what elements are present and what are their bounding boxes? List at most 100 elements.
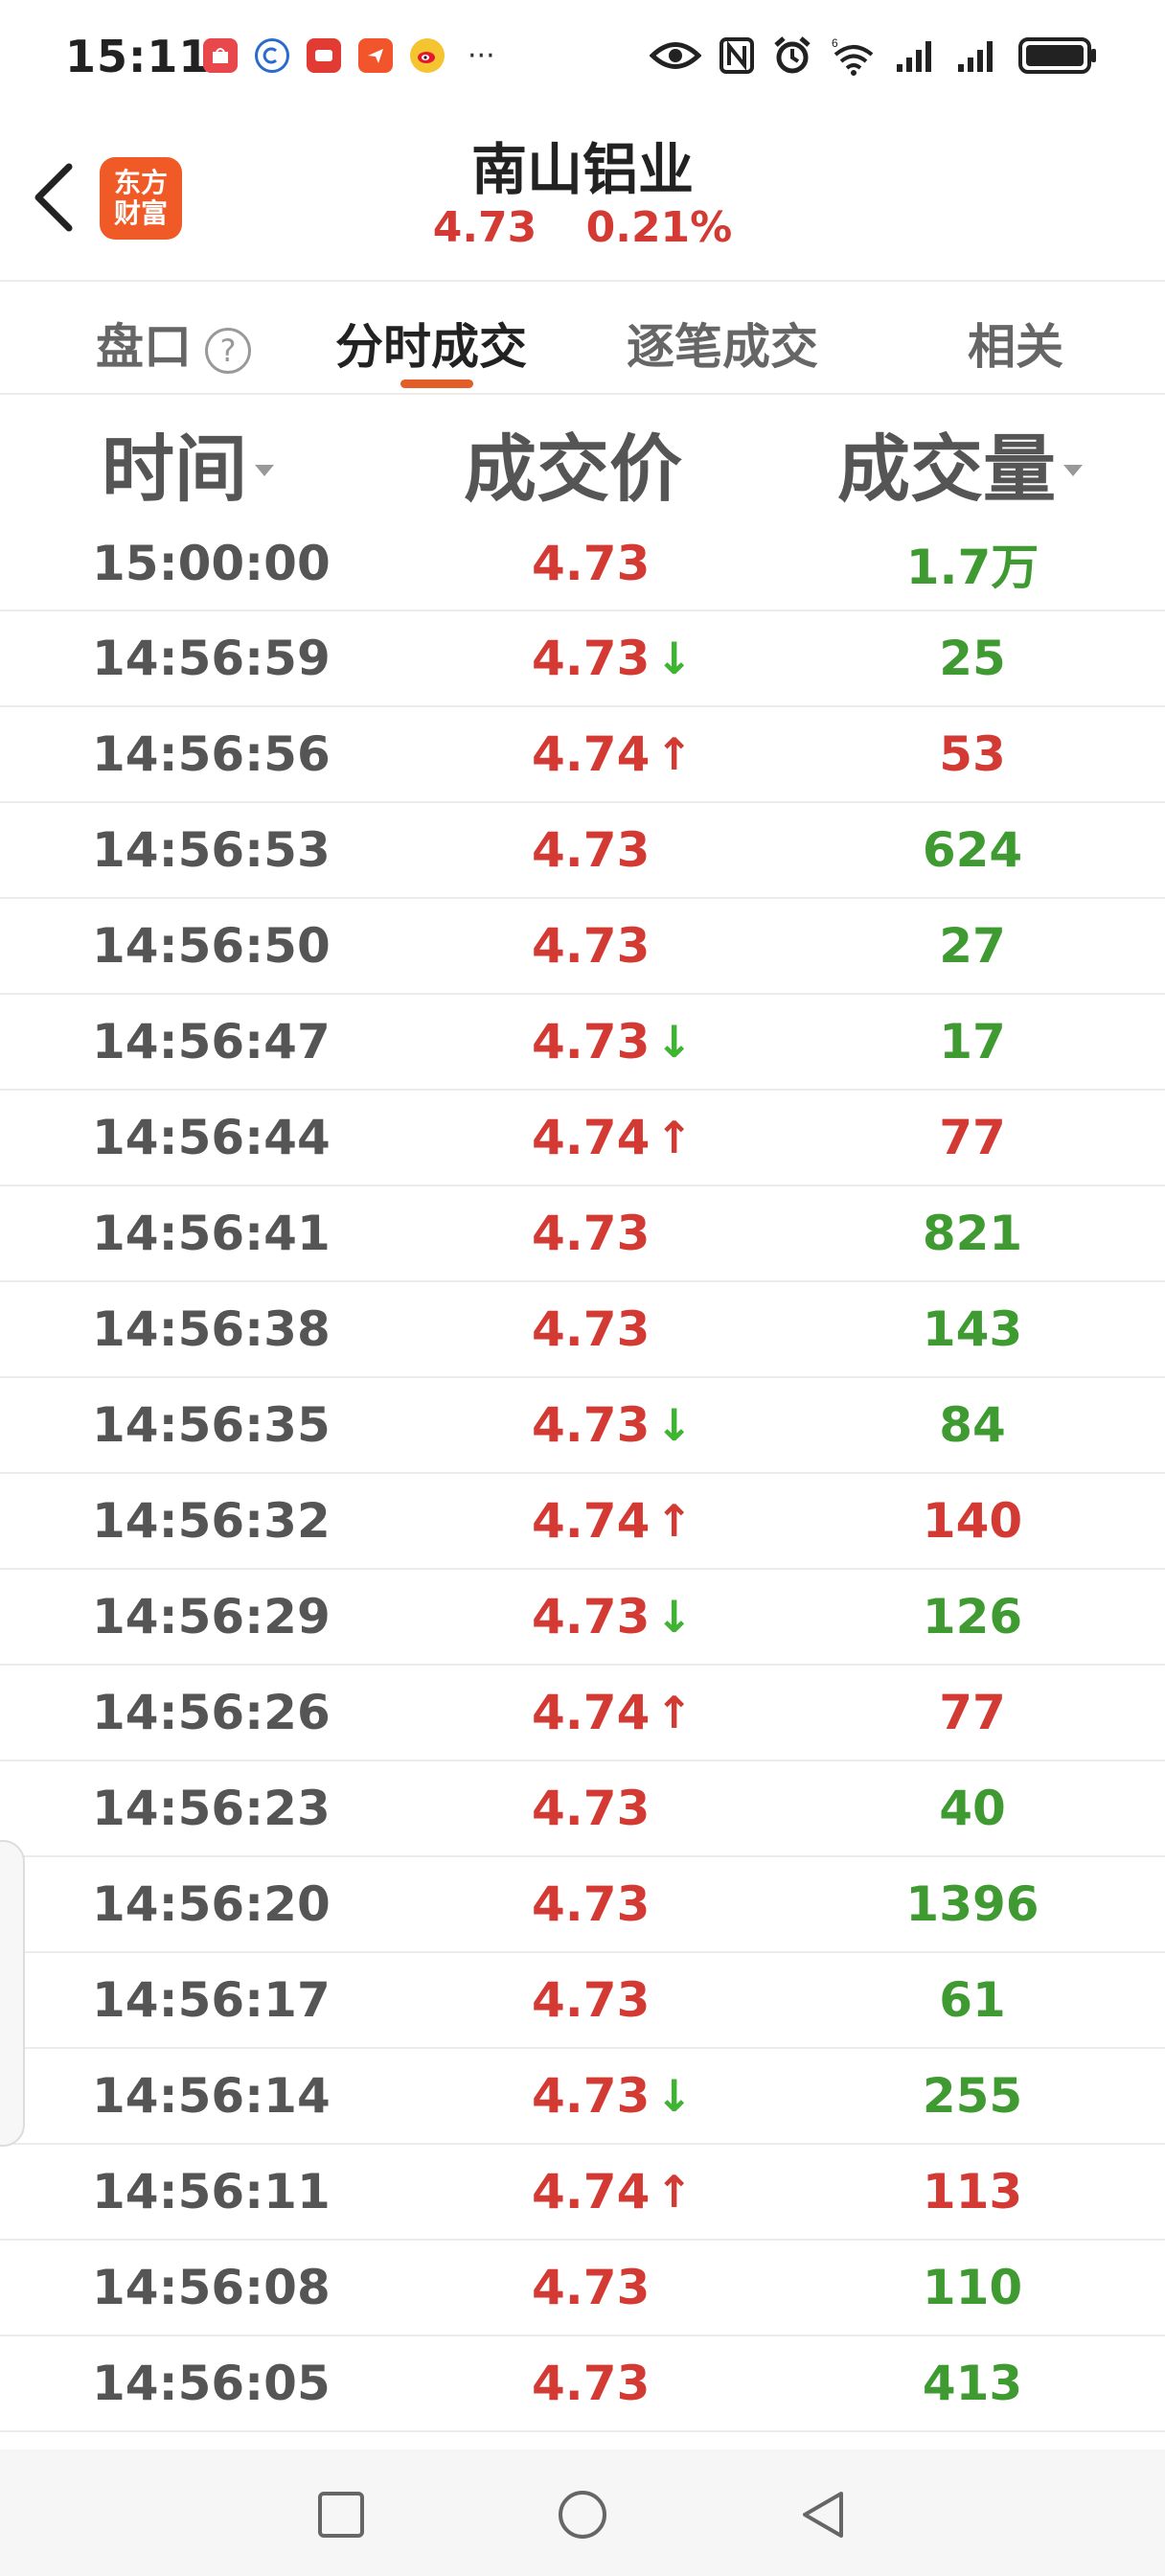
arrow-down-icon: ↓ <box>655 1016 693 1068</box>
more-notifications-icon: ··· <box>468 38 495 73</box>
trade-row: 14:56:20 4.73 1396 <box>0 1857 1165 1953</box>
back-nav-icon <box>803 2492 843 2538</box>
trade-volume: 413 <box>922 2356 1023 2411</box>
trade-price-value: 4.73 <box>532 822 651 878</box>
trade-price: 4.74 ↑ <box>532 1091 693 1184</box>
trade-price: 4.73 ↓ <box>532 611 693 705</box>
active-tab-indicator <box>400 380 473 388</box>
nfc-icon <box>719 34 755 77</box>
side-drawer-handle[interactable] <box>0 1840 25 2147</box>
arrow-up-icon: ↑ <box>655 2166 693 2218</box>
trade-price: 4.74 ↑ <box>532 707 693 801</box>
trade-row: 14:56:44 4.74 ↑ 77 <box>0 1091 1165 1186</box>
trade-volume: 1396 <box>905 1876 1039 1932</box>
trade-volume: 40 <box>939 1781 1006 1836</box>
eye-icon <box>650 34 701 77</box>
trade-row: 14:56:59 4.73 ↓ 25 <box>0 611 1165 707</box>
tab-xiangguan[interactable]: 相关 <box>968 309 1063 378</box>
signal-icon <box>956 34 1000 77</box>
trade-time: 14:56:56 <box>92 726 331 782</box>
trade-price-value: 4.73 <box>532 2260 651 2315</box>
trade-time: 14:56:32 <box>92 1493 331 1549</box>
trade-price: 4.73 <box>532 2241 650 2334</box>
stock-header: 东方 财富 南山铝业 4.73 0.21% <box>0 115 1165 278</box>
arrow-up-icon: ↑ <box>655 1112 693 1163</box>
trade-list[interactable]: 15:00:00 4.73 1.7万 14:56:59 4.73 ↓ 25 14:56:56 4… <box>0 518 1165 2432</box>
trade-time: 14:56:29 <box>92 1589 331 1644</box>
tab-fenshi-chengjiao[interactable]: 分时成交 <box>335 309 527 378</box>
trade-time: 14:56:35 <box>92 1397 331 1453</box>
svg-text:6: 6 <box>832 36 838 50</box>
trade-row: 14:56:35 4.73 ↓ 84 <box>0 1378 1165 1474</box>
trade-price-value: 4.73 <box>532 1014 651 1070</box>
weibo-icon <box>410 38 445 73</box>
trade-time: 14:56:20 <box>92 1876 331 1932</box>
trade-price-value: 4.74 <box>532 2164 651 2220</box>
trade-time: 14:56:05 <box>92 2356 331 2411</box>
trade-row: 14:56:53 4.73 624 <box>0 803 1165 899</box>
trade-volume: 126 <box>922 1589 1023 1644</box>
app-c-icon <box>255 38 289 73</box>
arrow-down-icon: ↓ <box>655 632 693 684</box>
price-change: 4.73 0.21% <box>0 203 1165 252</box>
trade-row: 14:56:50 4.73 27 <box>0 899 1165 995</box>
trade-time: 14:56:44 <box>92 1110 331 1165</box>
trade-price: 4.73 ↓ <box>532 2049 693 2143</box>
trade-row: 14:56:14 4.73 ↓ 255 <box>0 2049 1165 2145</box>
trade-price: 4.73 <box>532 803 650 897</box>
trade-price: 4.73 <box>532 1761 650 1855</box>
trade-row: 14:56:41 4.73 821 <box>0 1186 1165 1282</box>
recent-apps-button[interactable] <box>314 2488 368 2542</box>
trade-volume: 61 <box>939 1972 1006 2028</box>
trade-price: 4.74 ↑ <box>532 2145 693 2239</box>
trade-row: 14:56:26 4.74 ↑ 77 <box>0 1666 1165 1761</box>
trade-price: 4.73 ↓ <box>532 995 693 1089</box>
trade-volume: 27 <box>939 918 1006 974</box>
trade-time: 14:56:50 <box>92 918 331 974</box>
trade-price: 4.74 ↑ <box>532 1666 693 1760</box>
huawei-store-icon <box>203 38 238 73</box>
trade-price: 4.73 ↓ <box>532 1378 693 1472</box>
trade-price: 4.73 <box>532 1857 650 1951</box>
header-price: 成交价 <box>464 426 682 512</box>
trade-price-value: 4.74 <box>532 1493 651 1549</box>
sort-icon <box>1063 465 1083 476</box>
trade-volume: 25 <box>939 631 1006 686</box>
trade-time: 15:00:00 <box>92 536 331 591</box>
trade-row: 14:56:29 4.73 ↓ 126 <box>0 1570 1165 1666</box>
tab-zhubi-chengjiao[interactable]: 逐笔成交 <box>627 309 818 378</box>
trade-volume: 140 <box>922 1493 1023 1549</box>
stock-name: 南山铝业 <box>470 137 694 202</box>
trade-volume: 17 <box>939 1014 1006 1070</box>
trade-price-value: 4.73 <box>532 2356 651 2411</box>
nav-back-button[interactable] <box>797 2488 851 2542</box>
arrow-up-icon: ↑ <box>655 1687 693 1738</box>
trade-price-value: 4.73 <box>532 918 651 974</box>
trade-price: 4.74 ↑ <box>532 1474 693 1568</box>
status-time: 15:11 <box>65 31 211 82</box>
trade-volume: 624 <box>922 822 1023 878</box>
battery-icon <box>1017 34 1098 77</box>
trade-time: 14:56:38 <box>92 1301 331 1357</box>
trade-row: 14:56:47 4.73 ↓ 17 <box>0 995 1165 1091</box>
home-button[interactable] <box>556 2488 609 2542</box>
help-icon[interactable]: ? <box>205 327 251 374</box>
trade-price-value: 4.73 <box>532 1301 651 1357</box>
trade-volume: 53 <box>939 726 1006 782</box>
trade-time: 14:56:14 <box>92 2068 331 2124</box>
trade-volume: 113 <box>922 2164 1023 2220</box>
trade-volume: 143 <box>922 1301 1023 1357</box>
trade-price: 4.73 <box>532 1186 650 1280</box>
header-time[interactable]: 时间 <box>102 402 274 523</box>
header-volume[interactable]: 成交量 <box>837 402 1083 523</box>
trade-price: 4.73 <box>532 899 650 993</box>
trade-volume: 255 <box>922 2068 1023 2124</box>
change-percent: 0.21% <box>585 203 733 252</box>
trade-row: 14:56:38 4.73 143 <box>0 1282 1165 1378</box>
trade-price-value: 4.73 <box>532 2068 651 2124</box>
trade-time: 14:56:26 <box>92 1685 331 1740</box>
current-price: 4.73 <box>432 203 537 252</box>
trade-price: 4.73 <box>532 1953 650 2047</box>
tab-pankou[interactable]: 盘口? <box>96 309 251 378</box>
arrow-down-icon: ↓ <box>655 2070 693 2122</box>
